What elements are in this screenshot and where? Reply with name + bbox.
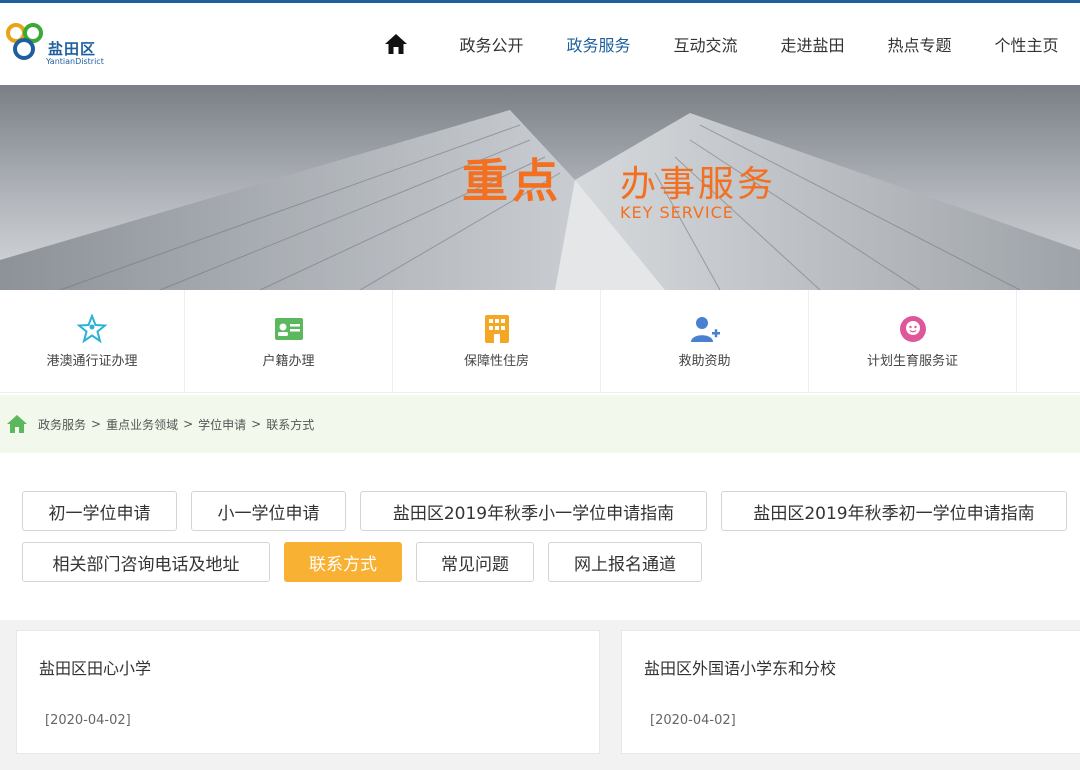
breadcrumb-link-zhengwu-fuwu[interactable]: 政务服务: [38, 416, 86, 433]
nav-item-redian-zhuanti[interactable]: 热点专题: [866, 32, 973, 56]
nav-item-zhengwu-fuwu[interactable]: 政务服务: [545, 32, 652, 56]
tab-2019-grade1-guide[interactable]: 盐田区2019年秋季小一学位申请指南: [360, 491, 707, 531]
service-shortcuts: 港澳通行证办理 户籍办理 保障性住房 救助资助 计划生育服务证: [0, 290, 1080, 393]
breadcrumb-separator: >: [251, 417, 262, 431]
breadcrumb-link-key-areas[interactable]: 重点业务领域: [106, 416, 178, 433]
service-label: 港澳通行证办理: [46, 354, 138, 369]
service-affordable-housing[interactable]: 保障性住房: [393, 290, 601, 393]
breadcrumb-separator: >: [91, 417, 102, 431]
list-item-date: [2020-04-02]: [45, 713, 131, 728]
service-label: 计划生育服务证: [866, 354, 958, 369]
main-nav: 政务公开 政务服务 互动交流 走进盐田 热点专题 个性主页: [382, 3, 1080, 85]
tab-grade1-application[interactable]: 小一学位申请: [191, 491, 346, 531]
home-icon: [385, 34, 407, 54]
home-icon[interactable]: [6, 414, 28, 434]
service-label: 保障性住房: [463, 354, 529, 369]
user-add-icon: [690, 314, 720, 344]
star-person-icon: [77, 314, 107, 344]
breadcrumb-link-degree-application[interactable]: 学位申请: [198, 416, 246, 433]
building-icon: [482, 314, 512, 344]
id-card-icon: [274, 314, 304, 344]
tab-row: 相关部门咨询电话及地址 联系方式 常见问题 网上报名通道: [22, 542, 1072, 582]
key-service-banner: 重点 办事服务 KEY SERVICE: [0, 85, 1080, 290]
breadcrumb-separator: >: [183, 417, 194, 431]
banner-subtitle: KEY SERVICE: [620, 203, 734, 222]
tab-row: 初一学位申请 小一学位申请 盐田区2019年秋季小一学位申请指南 盐田区2019…: [22, 491, 1072, 531]
service-family-planning-cert[interactable]: 计划生育服务证: [809, 290, 1017, 393]
list-item[interactable]: 盐田区田心小学 [2020-04-02]: [16, 630, 600, 754]
site-header: 盐田区 YantianDistrict 政务公开 政务服务 互动交流 走进盐田 …: [0, 3, 1080, 85]
tab-2019-grade7-guide[interactable]: 盐田区2019年秋季初一学位申请指南: [721, 491, 1067, 531]
breadcrumb: 政务服务 > 重点业务领域 > 学位申请 > 联系方式: [0, 395, 1080, 453]
banner-title-main: 重点: [462, 154, 562, 208]
banner-title-rest: 办事服务: [620, 164, 777, 205]
logo-text: 盐田区: [48, 40, 97, 58]
nav-item-zhengwu-gongkai[interactable]: 政务公开: [438, 32, 545, 56]
service-hk-macau-permit[interactable]: 港澳通行证办理: [0, 290, 185, 393]
breadcrumb-current: 联系方式: [266, 417, 315, 432]
category-tabs: 初一学位申请 小一学位申请 盐田区2019年秋季小一学位申请指南 盐田区2019…: [22, 491, 1072, 593]
tab-grade7-application[interactable]: 初一学位申请: [22, 491, 177, 531]
nav-item-gexing-zhuye[interactable]: 个性主页: [973, 32, 1080, 56]
logo-subtext: YantianDistrict: [46, 57, 104, 66]
contact-list: 盐田区田心小学 [2020-04-02] 盐田区外国语小学东和分校 [2020-…: [0, 620, 1080, 770]
nav-item-hudong-jiaoliu[interactable]: 互动交流: [652, 32, 759, 56]
tab-contact-info[interactable]: 联系方式: [284, 542, 402, 582]
tab-faq[interactable]: 常见问题: [416, 542, 534, 582]
nav-item-zoujin-yantian[interactable]: 走进盐田: [759, 32, 866, 56]
service-label: 户籍办理: [262, 354, 315, 369]
service-household-registration[interactable]: 户籍办理: [185, 290, 393, 393]
list-item-title[interactable]: 盐田区田心小学: [39, 655, 151, 679]
tab-department-contacts[interactable]: 相关部门咨询电话及地址: [22, 542, 270, 582]
site-logo[interactable]: 盐田区 YantianDistrict: [6, 21, 116, 71]
service-aid-subsidy[interactable]: 救助资助: [601, 290, 809, 393]
tab-online-registration[interactable]: 网上报名通道: [548, 542, 702, 582]
list-item[interactable]: 盐田区外国语小学东和分校 [2020-04-02]: [621, 630, 1080, 754]
nav-home-button[interactable]: [382, 30, 410, 58]
list-item-date: [2020-04-02]: [650, 713, 736, 728]
logo-emblem-icon: [6, 23, 43, 60]
list-item-title[interactable]: 盐田区外国语小学东和分校: [644, 655, 836, 679]
service-label: 救助资助: [678, 354, 731, 369]
baby-icon: [898, 314, 928, 344]
